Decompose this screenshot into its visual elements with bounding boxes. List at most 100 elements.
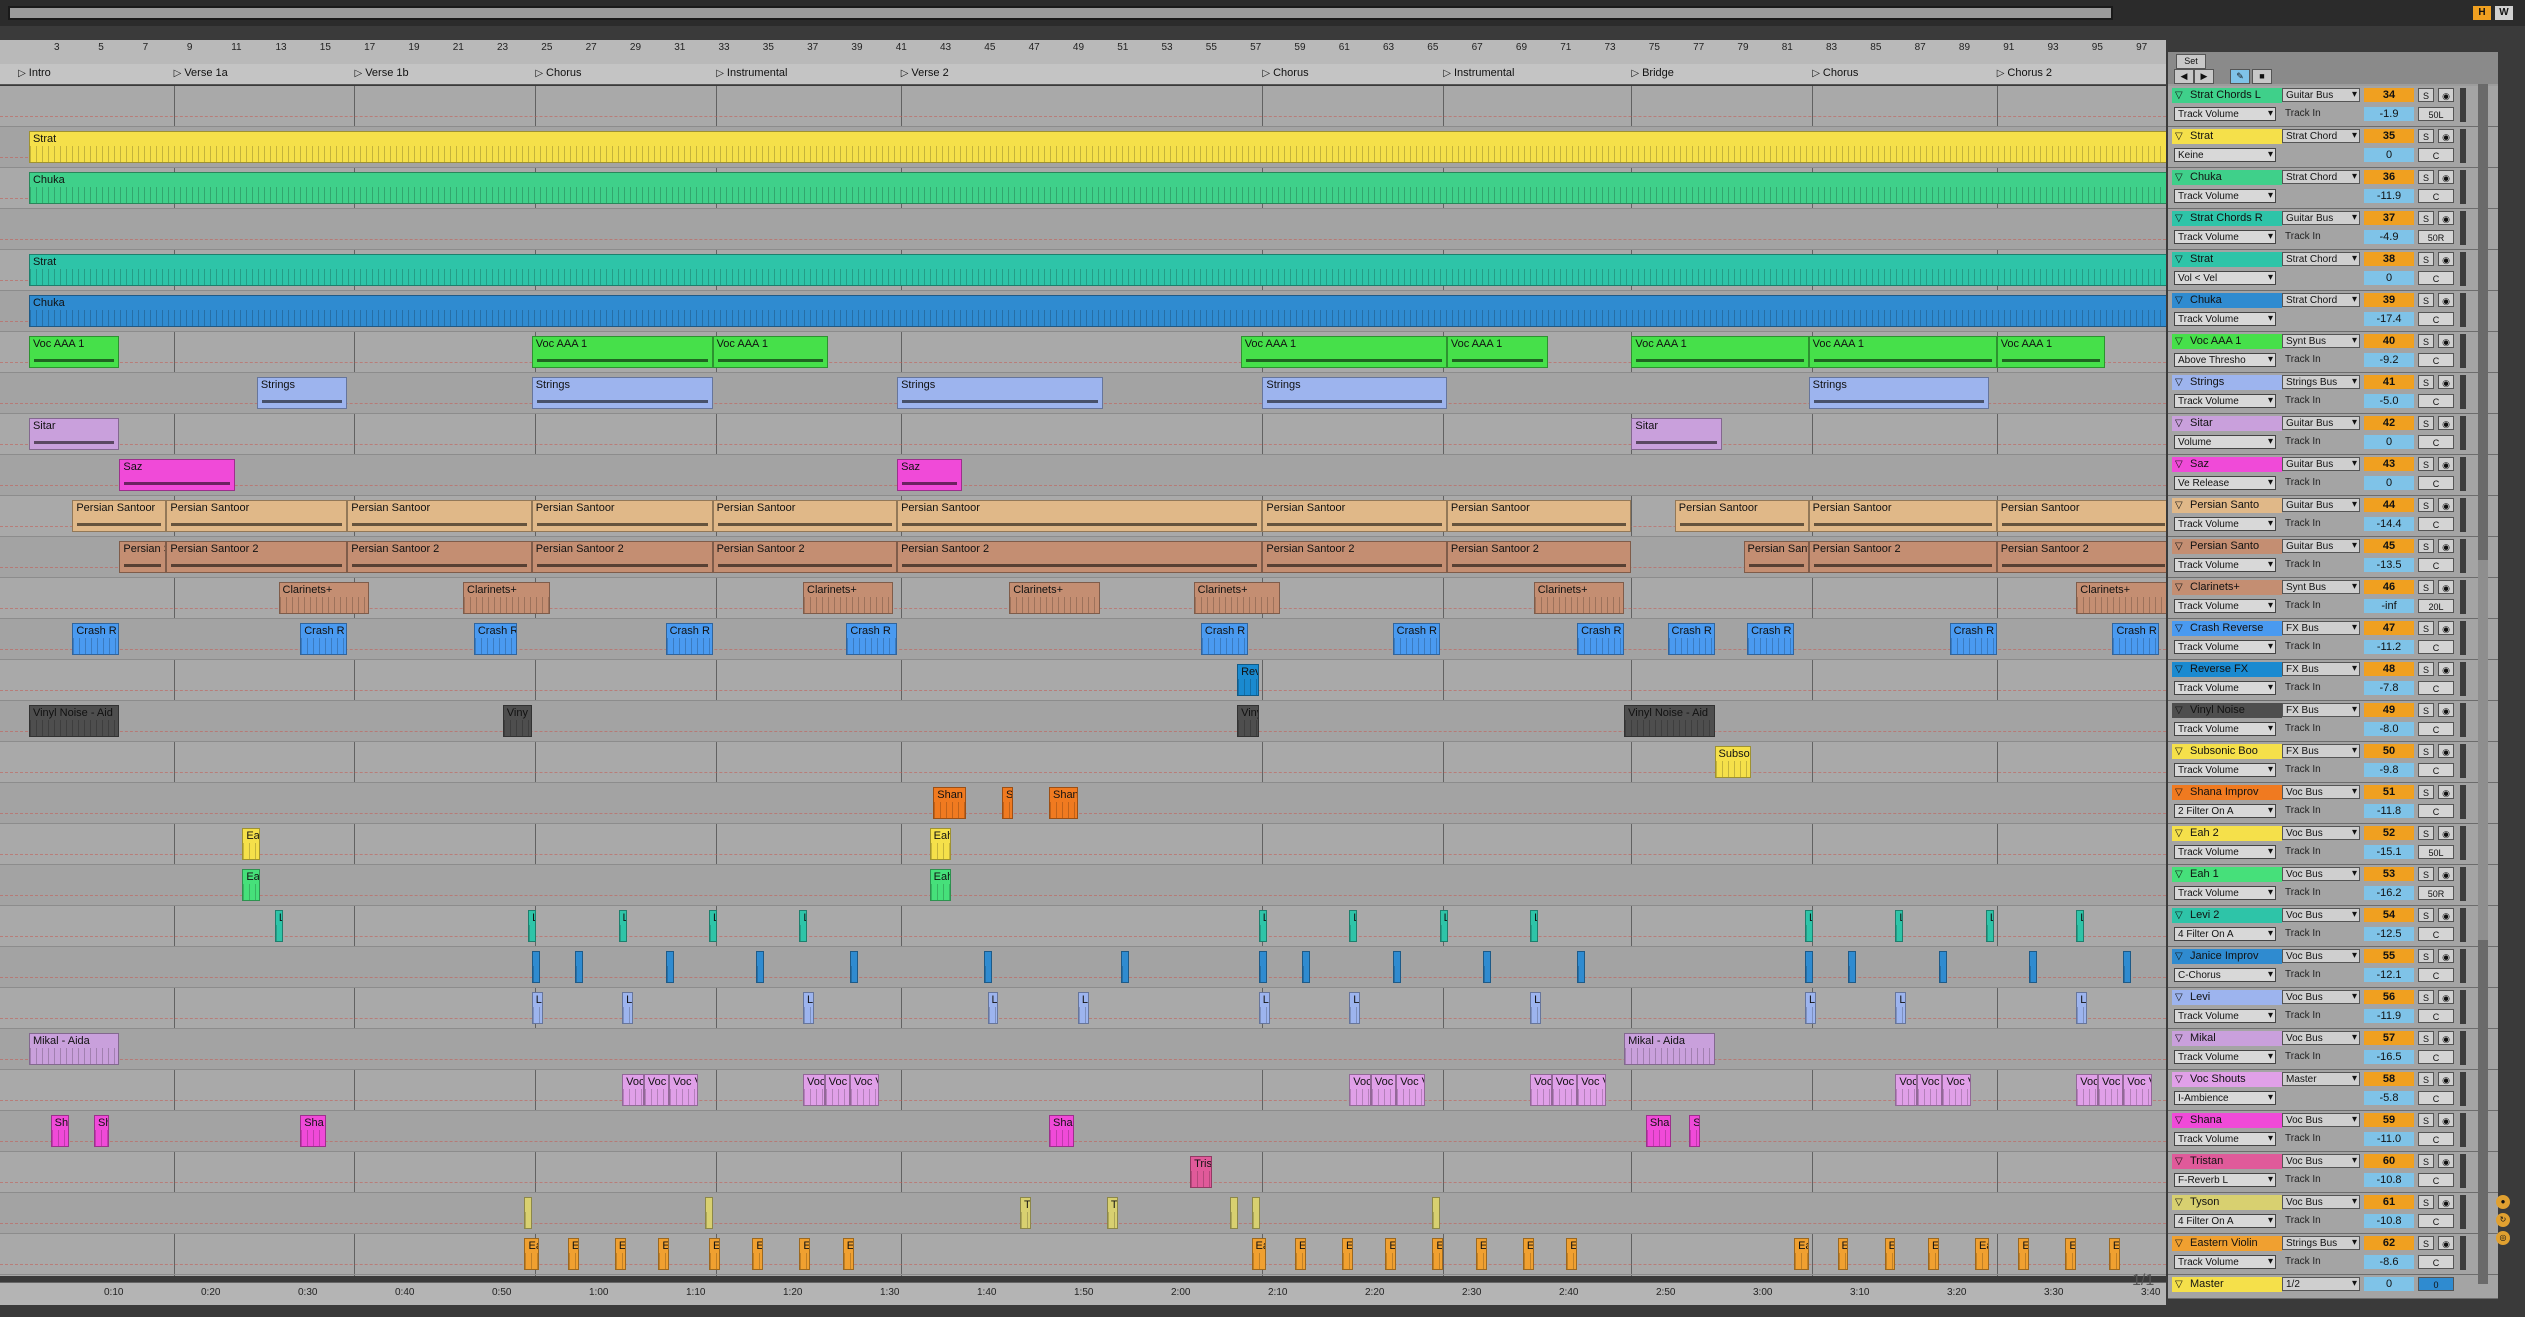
output-routing[interactable]: Voc Bus [2282, 1031, 2360, 1045]
automation-line[interactable] [0, 854, 2166, 855]
output-routing[interactable]: Synt Bus [2282, 334, 2360, 348]
clip[interactable] [705, 1197, 714, 1229]
track-lane[interactable]: LLLLLLLLLLLLL [0, 906, 2166, 947]
output-routing[interactable]: Voc Bus [2282, 990, 2360, 1004]
pan-field[interactable]: C [2418, 435, 2454, 449]
solo-button[interactable]: S [2418, 170, 2434, 184]
clip[interactable]: E [614, 1238, 626, 1270]
solo-button[interactable]: S [2418, 334, 2434, 348]
pan-field[interactable]: C [2418, 353, 2454, 367]
clip[interactable]: Sha [1645, 1115, 1672, 1147]
output-routing[interactable]: Voc Bus [2282, 826, 2360, 840]
clip[interactable]: Clarinets+ [1533, 582, 1625, 614]
clip[interactable]: Eas [1794, 1238, 1809, 1270]
arm-button[interactable]: ◉ [2438, 170, 2454, 184]
pan-field[interactable]: C [2418, 517, 2454, 531]
automation-line[interactable] [0, 772, 2166, 773]
clip[interactable]: E [1884, 1238, 1896, 1270]
track-lane[interactable]: Mikal - Aida Mikal - Aida [0, 1029, 2166, 1070]
clip[interactable]: Sha [1048, 1115, 1075, 1147]
clip[interactable]: Clarinets+ [1193, 582, 1281, 614]
track-number[interactable]: 43 [2364, 457, 2414, 471]
track-name[interactable]: Strat [2172, 252, 2282, 267]
clip[interactable]: L [708, 910, 717, 942]
automation-line[interactable] [0, 116, 2166, 117]
track-lane[interactable]: Strings Strings Strings Strings Strings [0, 373, 2166, 414]
clip[interactable]: E [2018, 1238, 2030, 1270]
automation-selector[interactable]: 4 Filter On A [2174, 927, 2276, 941]
clip[interactable] [1302, 951, 1311, 983]
output-routing[interactable]: Voc Bus [2282, 867, 2360, 881]
automation-selector[interactable]: Track Volume [2174, 886, 2276, 900]
track-lane[interactable]: Shan S Shan [0, 783, 2166, 824]
clip[interactable]: Sh [50, 1115, 69, 1147]
output-routing[interactable]: Synt Bus [2282, 580, 2360, 594]
clip[interactable]: Voc AAA 1 [1240, 336, 1447, 368]
track-number[interactable]: 42 [2364, 416, 2414, 430]
track-name[interactable]: Eah 1 [2172, 867, 2282, 882]
track-number[interactable]: 53 [2364, 867, 2414, 881]
clip[interactable] [1848, 951, 1857, 983]
output-routing[interactable]: FX Bus [2282, 744, 2360, 758]
locator-lane[interactable]: Intro Verse 1a Verse 1b Chorus Instrumental V… [0, 64, 2226, 85]
clip[interactable]: Voc [1895, 1074, 1918, 1106]
track-number[interactable]: 39 [2364, 293, 2414, 307]
clip[interactable]: L [1258, 910, 1267, 942]
clip[interactable]: Strings [1262, 377, 1447, 409]
pan-field[interactable]: C [2418, 1132, 2454, 1146]
track-name[interactable]: Levi [2172, 990, 2282, 1005]
clip[interactable]: E [708, 1238, 720, 1270]
track-number[interactable]: 60 [2364, 1154, 2414, 1168]
clip[interactable]: Sh [94, 1115, 109, 1147]
clip[interactable]: Persian Santoor 2 [1446, 541, 1632, 573]
automation-selector[interactable]: Track Volume [2174, 558, 2276, 572]
solo-button[interactable]: S [2418, 867, 2434, 881]
output-routing[interactable]: Guitar Bus [2282, 498, 2360, 512]
arrangement-overview[interactable]: H W [0, 0, 2525, 26]
pan-field[interactable]: C [2418, 1255, 2454, 1269]
track-name[interactable]: Tristan [2172, 1154, 2282, 1169]
clip[interactable] [1229, 1197, 1238, 1229]
clip[interactable]: E [1475, 1238, 1487, 1270]
volume-field[interactable]: -17.4 [2364, 312, 2414, 326]
track-number[interactable]: 55 [2364, 949, 2414, 963]
automation-selector[interactable]: Vol < Vel [2174, 271, 2276, 285]
clip[interactable]: Voc V [1577, 1074, 1607, 1106]
track-number[interactable]: 59 [2364, 1113, 2414, 1127]
clip[interactable]: L [528, 910, 537, 942]
automation-selector[interactable]: Track Volume [2174, 845, 2276, 859]
clip[interactable]: Persian Santoor [1262, 500, 1447, 532]
arm-button[interactable]: ◉ [2438, 826, 2454, 840]
pan-field[interactable]: C [2418, 148, 2454, 162]
clip[interactable]: Persian Santoor 2 [1262, 541, 1447, 573]
clip[interactable]: Mikal - Aida [1624, 1033, 1715, 1065]
volume-field[interactable]: -5.8 [2364, 1091, 2414, 1105]
clip[interactable]: Strat [28, 254, 2166, 286]
track-lane[interactable]: Eas E E E E E E E Eas E E E E E E E Eas E E E Eas E E E [0, 1234, 2166, 1275]
automation-line[interactable] [0, 690, 2166, 691]
output-routing[interactable]: Guitar Bus [2282, 88, 2360, 102]
clip[interactable]: L [1530, 910, 1539, 942]
clip[interactable]: Persian Santoor [347, 500, 532, 532]
output-routing[interactable]: Strings Bus [2282, 1236, 2360, 1250]
pan-field[interactable]: C [2418, 1091, 2454, 1105]
solo-button[interactable]: S [2418, 621, 2434, 635]
locator-marker[interactable]: Verse 2 [901, 67, 948, 79]
track-name[interactable]: Shana Improv [2172, 785, 2282, 800]
track-lane[interactable]: Sitar Sitar [0, 414, 2166, 455]
automation-selector[interactable]: Track Volume [2174, 599, 2276, 613]
arm-button[interactable]: ◉ [2438, 744, 2454, 758]
clip[interactable]: L [618, 910, 627, 942]
clip[interactable]: Viny [1237, 705, 1259, 737]
pan-field[interactable]: 50R [2418, 886, 2454, 900]
arm-button[interactable]: ◉ [2438, 416, 2454, 430]
clip[interactable] [2029, 951, 2038, 983]
volume-field[interactable]: -11.9 [2364, 1009, 2414, 1023]
beat-ruler[interactable]: 3 5 7 9 11 13 15 17 19 21 23 25 27 29 31 33 35 37 39 41 43 45… [0, 40, 2166, 65]
track-number[interactable]: 37 [2364, 211, 2414, 225]
volume-field[interactable]: -1.9 [2364, 107, 2414, 121]
clip[interactable]: Crash R [1747, 623, 1795, 655]
arm-button[interactable]: ◉ [2438, 1113, 2454, 1127]
volume-field[interactable]: -10.8 [2364, 1214, 2414, 1228]
pan-field[interactable]: C [2418, 763, 2454, 777]
